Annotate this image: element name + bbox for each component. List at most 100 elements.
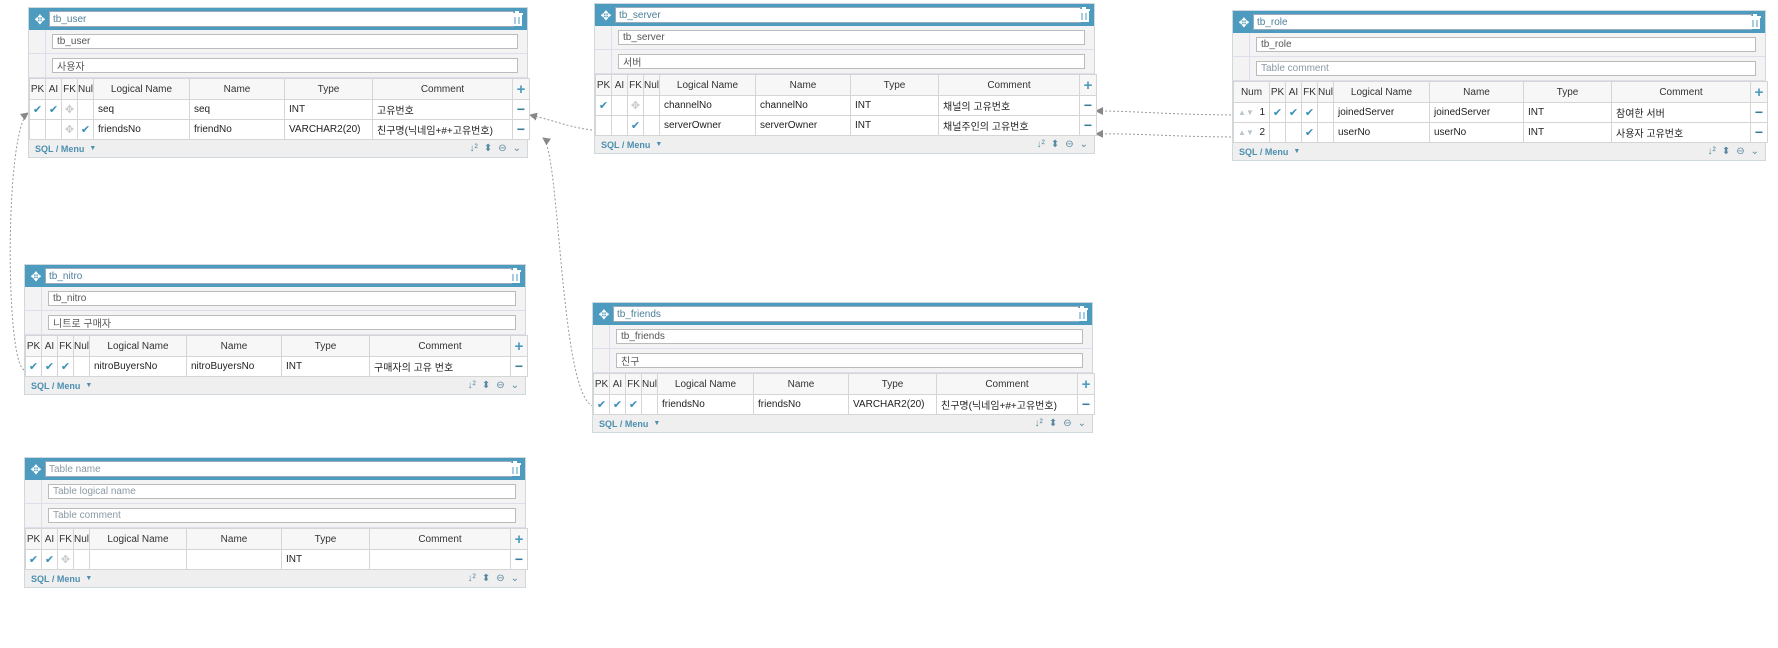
comment-icon[interactable]: ⊖	[1063, 418, 1071, 429]
ai-cell[interactable]: ✔	[41, 356, 58, 377]
sql-menu-button[interactable]: SQL / Menu ▼	[31, 574, 92, 584]
comment-cell[interactable]	[369, 549, 511, 570]
name-cell[interactable]: nitroBuyersNo	[186, 356, 282, 377]
remove-column-icon[interactable]: −	[1755, 124, 1763, 140]
remove-column-icon[interactable]: −	[1084, 97, 1092, 113]
chevron-down-icon[interactable]: ⌄	[511, 573, 519, 584]
table-row[interactable]: ✔ ✔ ✥ INT −	[25, 549, 528, 570]
chevron-down-icon[interactable]: ⌄	[513, 143, 521, 154]
table-row[interactable]: ✔ ✥ channelNo channelNo INT 채널의 고유번호 −	[595, 95, 1097, 116]
ai-cell[interactable]	[611, 115, 628, 136]
fk-cell[interactable]: ✔	[57, 356, 74, 377]
up-down-icon[interactable]: ⬍	[482, 380, 490, 391]
pk-cell[interactable]: ✔	[25, 356, 42, 377]
drag-handle-icon[interactable]: ▲▼	[1238, 108, 1254, 117]
fk-cell[interactable]: ✔	[1301, 102, 1318, 123]
table-row[interactable]: ✔ serverOwner serverOwner INT 채널주인의 고유번호…	[595, 115, 1097, 136]
pk-cell[interactable]: ✔	[595, 95, 612, 116]
comment-cell[interactable]: 참여한 서버	[1611, 102, 1751, 123]
comment-icon[interactable]: ⊖	[1065, 139, 1073, 150]
table-comment-input[interactable]	[1256, 61, 1756, 76]
chevron-down-icon[interactable]: ⌄	[1751, 146, 1759, 157]
ai-cell[interactable]: ✔	[45, 99, 62, 120]
name-cell[interactable]: serverOwner	[755, 115, 851, 136]
table-row[interactable]: ✥ ✔ friendsNo friendNo VARCHAR2(20) 친구명(…	[29, 119, 530, 140]
table-header[interactable]: ✥	[25, 458, 525, 480]
table-name-input[interactable]	[49, 11, 514, 27]
logical-name-cell[interactable]: userNo	[1333, 122, 1430, 143]
move-icon[interactable]: ✥	[1236, 14, 1252, 30]
ai-cell[interactable]	[611, 95, 628, 116]
move-icon[interactable]: ✥	[28, 461, 44, 477]
comment-icon[interactable]: ⊖	[496, 573, 504, 584]
logical-name-cell[interactable]: seq	[93, 99, 190, 120]
sort-icon[interactable]: ↓²	[469, 143, 477, 154]
type-cell[interactable]: INT	[850, 95, 939, 116]
logical-name-cell[interactable]: friendsNo	[93, 119, 190, 140]
trash-icon[interactable]	[508, 268, 522, 284]
ai-cell[interactable]	[45, 119, 62, 140]
table-tb-role[interactable]: ✥ Num PK AI FK Null Logical Name Name Ty…	[1232, 10, 1768, 161]
table-tb-server[interactable]: ✥ PK AI FK Null Logical Name Name Type C…	[594, 3, 1097, 154]
pk-cell[interactable]: ✔	[29, 99, 46, 120]
table-logical-name-input[interactable]	[48, 484, 516, 499]
add-column-icon[interactable]: +	[1755, 84, 1764, 101]
table-logical-name-input[interactable]	[618, 30, 1085, 45]
logical-name-cell[interactable]	[89, 549, 187, 570]
fk-cell[interactable]: ✥	[61, 99, 78, 120]
move-icon[interactable]: ✥	[28, 268, 44, 284]
logical-name-cell[interactable]: nitroBuyersNo	[89, 356, 187, 377]
table-name-input[interactable]	[615, 7, 1081, 23]
type-cell[interactable]: INT	[1523, 102, 1612, 123]
logical-name-cell[interactable]: channelNo	[659, 95, 756, 116]
trash-icon[interactable]	[1075, 306, 1089, 322]
table-tb-friends[interactable]: ✥ PK AI FK Null Logical Name Name Type C…	[592, 302, 1095, 433]
type-cell[interactable]: INT	[284, 99, 373, 120]
table-name-input[interactable]	[45, 461, 512, 477]
table-comment-input[interactable]	[48, 508, 516, 523]
move-icon[interactable]: ✥	[32, 11, 48, 27]
remove-column-icon[interactable]: −	[1082, 396, 1090, 412]
comment-cell[interactable]: 사용자 고유번호	[1611, 122, 1751, 143]
sort-icon[interactable]: ↓²	[467, 573, 475, 584]
null-cell[interactable]	[73, 356, 90, 377]
name-cell[interactable]: userNo	[1429, 122, 1524, 143]
comment-cell[interactable]: 채널주인의 고유번호	[938, 115, 1080, 136]
table-logical-name-input[interactable]	[52, 34, 518, 49]
null-cell[interactable]	[1317, 102, 1334, 123]
drag-handle-icon[interactable]: ▲▼	[1238, 128, 1254, 137]
ai-cell[interactable]: ✔	[1285, 102, 1302, 123]
up-down-icon[interactable]: ⬍	[1049, 418, 1057, 429]
name-cell[interactable]: joinedServer	[1429, 102, 1524, 123]
logical-name-cell[interactable]: friendsNo	[657, 394, 754, 415]
chevron-down-icon[interactable]: ⌄	[1080, 139, 1088, 150]
pk-cell[interactable]	[29, 119, 46, 140]
null-cell[interactable]	[1317, 122, 1334, 143]
table-header[interactable]: ✥	[593, 303, 1092, 325]
logical-name-cell[interactable]: serverOwner	[659, 115, 756, 136]
ai-cell[interactable]	[1285, 122, 1302, 143]
table-name-input[interactable]	[1253, 14, 1752, 30]
name-cell[interactable]: friendNo	[189, 119, 285, 140]
name-cell[interactable]: seq	[189, 99, 285, 120]
fk-cell[interactable]: ✥	[627, 95, 644, 116]
comment-cell[interactable]: 채널의 고유번호	[938, 95, 1080, 116]
table-comment-input[interactable]	[618, 54, 1085, 69]
remove-column-icon[interactable]: −	[517, 121, 525, 137]
table-new[interactable]: ✥ PK AI FK Null Logical Name Name Type C…	[24, 457, 528, 588]
up-down-icon[interactable]: ⬍	[1051, 139, 1059, 150]
up-down-icon[interactable]: ⬍	[482, 573, 490, 584]
sort-icon[interactable]: ↓²	[467, 380, 475, 391]
type-cell[interactable]: VARCHAR2(20)	[284, 119, 373, 140]
add-column-icon[interactable]: +	[517, 81, 526, 98]
chevron-down-icon[interactable]: ⌄	[511, 380, 519, 391]
null-cell[interactable]	[77, 99, 94, 120]
remove-column-icon[interactable]: −	[515, 358, 523, 374]
comment-cell[interactable]: 구매자의 고유 번호	[369, 356, 511, 377]
name-cell[interactable]: channelNo	[755, 95, 851, 116]
table-tb-nitro[interactable]: ✥ PK AI FK Null Logical Name Name Type C…	[24, 264, 528, 395]
remove-column-icon[interactable]: −	[515, 551, 523, 567]
trash-icon[interactable]	[1748, 14, 1762, 30]
table-header[interactable]: ✥	[595, 4, 1094, 26]
remove-column-icon[interactable]: −	[1084, 117, 1092, 133]
